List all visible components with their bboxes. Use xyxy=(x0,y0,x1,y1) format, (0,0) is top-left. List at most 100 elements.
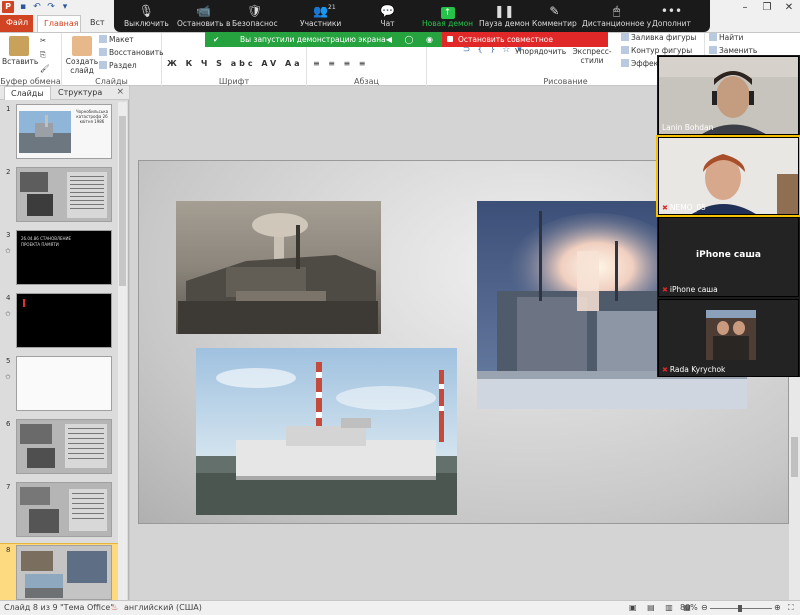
muted-mic-icon: ✖ xyxy=(662,366,668,374)
express-styles-button[interactable]: Экспресс-стили xyxy=(565,47,619,65)
stop-sharing-button[interactable]: Остановить совместное использование xyxy=(442,32,608,59)
slide-number: 6 xyxy=(6,420,11,428)
language[interactable]: английский (США) xyxy=(124,603,202,612)
more-button[interactable]: ••• Дополнит xyxy=(652,3,691,28)
paste-icon xyxy=(9,36,29,56)
slide-thumbnail-2[interactable]: 2 xyxy=(0,166,118,226)
slide-scrollbar[interactable] xyxy=(789,377,800,600)
slide-8-image xyxy=(17,546,111,599)
font-format-buttons[interactable]: Ж К Ч S abc AV Aa xyxy=(167,59,303,68)
chat-icon: 💬 xyxy=(380,4,395,18)
zoom-meeting-toolbar: 🎙 Выключить 📹 Остановить в 🛡 Безопаснос 👥 Уч… xyxy=(114,0,710,32)
annotate-button[interactable]: ✎ Комментир xyxy=(532,3,577,28)
layout-button[interactable]: Макет xyxy=(99,35,134,44)
slide-2-image xyxy=(17,168,111,221)
zoom-out-icon[interactable]: ⊖ xyxy=(701,603,708,612)
close-pane-icon[interactable]: × xyxy=(116,87,124,97)
animation-icon: ✩ xyxy=(5,373,11,381)
tab-home[interactable]: Главная xyxy=(37,15,81,32)
reset-button[interactable]: Восстановить xyxy=(99,48,164,57)
tab-file[interactable]: Файл xyxy=(0,15,33,32)
slide-thumbnail-7[interactable]: 7 xyxy=(0,481,118,541)
clipboard-group-label: Буфер обмена xyxy=(0,77,61,86)
spellcheck-icon[interactable]: ♨ xyxy=(111,603,118,612)
share-arrow-icon: ↑ xyxy=(440,7,455,19)
tab-insert[interactable]: Вст xyxy=(84,15,111,32)
participant-tile-3[interactable]: iPhone саша ✖ iPhone саша xyxy=(658,217,799,297)
participant-tile-4[interactable]: ✖ Rada Kyrychok xyxy=(658,299,799,377)
participant-tile-1[interactable]: Lanin Bohdan xyxy=(658,56,799,135)
participant-tile-2[interactable]: ✖ NEMO_05 xyxy=(656,135,800,217)
slide-thumbnail-3[interactable]: 3 ✩ 26.04.86 СТАНОВЛЕНИЕ ПРОЕКТА ПАМЯТИ xyxy=(0,229,118,289)
photo-power-plant xyxy=(196,348,457,515)
slide-preview xyxy=(16,167,112,222)
dropdown-icon[interactable]: ▾ xyxy=(60,2,70,13)
find-icon xyxy=(709,33,717,41)
muted-mic-icon: ✖ xyxy=(662,286,668,294)
slide-photo-sepia-explosion[interactable] xyxy=(176,201,381,334)
tab-outline[interactable]: Структура xyxy=(52,86,108,100)
slide-scrollbar-thumb[interactable] xyxy=(791,437,798,477)
pane-tabs: Слайды Структура × xyxy=(0,86,129,100)
section-icon xyxy=(99,61,107,69)
save-icon[interactable]: ▪ xyxy=(18,2,28,13)
restore-button[interactable]: ❐ xyxy=(756,0,778,15)
fit-to-window-icon[interactable]: ⛶ xyxy=(788,603,794,613)
chat-button[interactable]: 💬 Чат xyxy=(380,3,395,28)
section-button[interactable]: Раздел xyxy=(99,61,137,70)
shape-fill-button[interactable]: Заливка фигуры xyxy=(621,33,696,42)
new-share-button[interactable]: ↑ Новая демон xyxy=(422,3,473,28)
stop-video-button[interactable]: 📹 Остановить в xyxy=(177,3,230,28)
slide-number: 7 xyxy=(6,483,11,491)
slide-thumbnail-4[interactable]: 4 ✩ xyxy=(0,292,118,352)
slide-preview xyxy=(16,293,112,348)
pause-share-button[interactable]: ❚❚ Пауза демон xyxy=(479,3,530,28)
slide-thumbnail-1[interactable]: 1 Чорнобильська катастрофа 26 квітня 198… xyxy=(0,103,118,163)
tab-slides[interactable]: Слайды xyxy=(4,86,51,100)
cut-icon[interactable]: ✂ xyxy=(40,36,46,45)
group-clipboard: Вставить ✂ ⎘ 🖌 Буфер обмена xyxy=(0,33,62,87)
zoom-slider[interactable] xyxy=(710,605,772,612)
close-button[interactable]: ✕ xyxy=(778,0,800,15)
microphone-icon: 🎙 xyxy=(138,4,155,18)
remote-control-button[interactable]: 🖱 Дистанционное у xyxy=(582,3,651,28)
undo-icon[interactable]: ↶ xyxy=(32,2,42,13)
mute-button[interactable]: 🎙 Выключить xyxy=(124,3,169,28)
find-button[interactable]: Найти xyxy=(709,33,743,42)
new-slide-button[interactable]: Создать слайд xyxy=(65,36,99,75)
slide-preview xyxy=(16,545,112,600)
redo-icon[interactable]: ↷ xyxy=(46,2,56,13)
slide-thumbnail-5[interactable]: 5 ✩ xyxy=(0,355,118,415)
security-button[interactable]: 🛡 Безопаснос xyxy=(232,3,278,28)
scrollbar-thumb[interactable] xyxy=(119,116,126,286)
animation-icon: ✩ xyxy=(5,310,11,318)
share-controls-icons[interactable]: ◀ ◯ ◉ xyxy=(386,32,438,47)
powerpoint-logo-icon: P xyxy=(2,1,14,13)
zoom-level[interactable]: 80% xyxy=(680,603,698,612)
slide-number: 2 xyxy=(6,168,11,176)
zoom-in-icon[interactable]: ⊕ xyxy=(774,603,781,612)
photo-sepia-explosion xyxy=(176,201,381,334)
participant-name-2: ✖ NEMO_05 xyxy=(662,203,706,212)
shape-outline-button[interactable]: Контур фигуры xyxy=(621,46,692,55)
group-slides: Создать слайд Макет Восстановить Раздел … xyxy=(62,33,164,87)
slide-thumbnails-pane: Слайды Структура × 1 Чорнобильська катас… xyxy=(0,86,129,601)
slide-preview xyxy=(16,356,112,411)
minimize-button[interactable]: – xyxy=(734,0,756,15)
slide-number: 8 xyxy=(6,546,11,554)
format-painter-icon[interactable]: 🖌 xyxy=(40,64,50,73)
zoom-slider-thumb[interactable] xyxy=(738,605,742,612)
copy-icon[interactable]: ⎘ xyxy=(40,50,46,60)
thumbnails-scrollbar[interactable] xyxy=(118,102,127,600)
align-buttons[interactable]: ≡ ≡ ≡ ≡ xyxy=(313,59,368,68)
replace-icon xyxy=(709,46,717,54)
participant-center-name-3: iPhone саша xyxy=(696,250,761,260)
replace-button[interactable]: Заменить xyxy=(709,46,757,55)
slide-photo-power-plant[interactable] xyxy=(196,348,457,515)
pause-icon: ❚❚ xyxy=(494,4,515,18)
slide-4-image xyxy=(23,299,25,307)
slide-thumbnail-6[interactable]: 6 xyxy=(0,418,118,478)
zoom-video-gallery: Lanin Bohdan ✖ NEMO_05 iPhone саша ✖ iPhon… xyxy=(656,55,800,377)
paste-button[interactable]: Вставить xyxy=(2,36,38,66)
slide-thumbnail-8[interactable]: 8 xyxy=(0,543,119,601)
